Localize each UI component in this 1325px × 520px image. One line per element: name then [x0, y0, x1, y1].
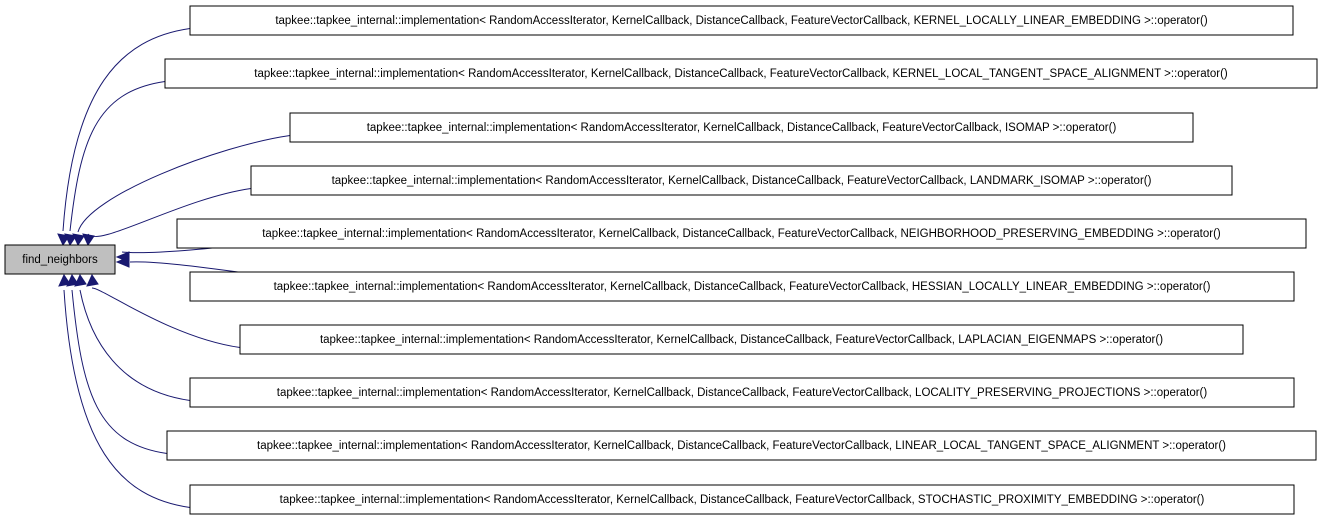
caller-node[interactable]: tapkee::tapkee_internal::implementation<… — [289, 112, 1194, 143]
caller-nodes: tapkee::tapkee_internal::implementation<… — [164, 5, 1318, 515]
caller-node-label: tapkee::tapkee_internal::implementation<… — [280, 494, 1205, 506]
caller-node-label: tapkee::tapkee_internal::implementation<… — [254, 68, 1228, 80]
call-edge — [79, 289, 191, 401]
caller-node[interactable]: tapkee::tapkee_internal::implementation<… — [166, 430, 1317, 461]
caller-node[interactable]: tapkee::tapkee_internal::implementation<… — [250, 165, 1233, 196]
call-edge — [63, 289, 191, 508]
caller-node-label: tapkee::tapkee_internal::implementation<… — [262, 228, 1221, 240]
call-edge — [69, 81, 166, 232]
root-node-label: find_neighbors — [22, 254, 98, 266]
arrowhead-icon — [82, 233, 95, 247]
caller-node[interactable]: tapkee::tapkee_internal::implementation<… — [239, 324, 1244, 355]
caller-node-label: tapkee::tapkee_internal::implementation<… — [320, 334, 1163, 346]
caller-node-label: tapkee::tapkee_internal::implementation<… — [257, 440, 1226, 452]
call-graph: find_neighbors tapkee::tapkee_internal::… — [4, 5, 1318, 515]
caller-node-label: tapkee::tapkee_internal::implementation<… — [275, 15, 1208, 27]
caller-node[interactable]: tapkee::tapkee_internal::implementation<… — [189, 5, 1294, 36]
caller-node-label: tapkee::tapkee_internal::implementation<… — [367, 122, 1117, 134]
arrowhead-icon — [58, 273, 71, 287]
caller-node-label: tapkee::tapkee_internal::implementation<… — [274, 281, 1211, 293]
caller-node[interactable]: tapkee::tapkee_internal::implementation<… — [189, 271, 1295, 302]
caller-node[interactable]: tapkee::tapkee_internal::implementation<… — [189, 377, 1295, 408]
caller-node[interactable]: tapkee::tapkee_internal::implementation<… — [164, 58, 1318, 89]
caller-node-label: tapkee::tapkee_internal::implementation<… — [277, 387, 1208, 399]
arrowhead-icon — [72, 233, 85, 247]
arrowhead-icon — [86, 273, 99, 287]
caller-node-label: tapkee::tapkee_internal::implementation<… — [332, 175, 1152, 187]
root-node[interactable]: find_neighbors — [4, 244, 116, 275]
caller-node[interactable]: tapkee::tapkee_internal::implementation<… — [189, 484, 1295, 515]
caller-node[interactable]: tapkee::tapkee_internal::implementation<… — [176, 218, 1307, 249]
